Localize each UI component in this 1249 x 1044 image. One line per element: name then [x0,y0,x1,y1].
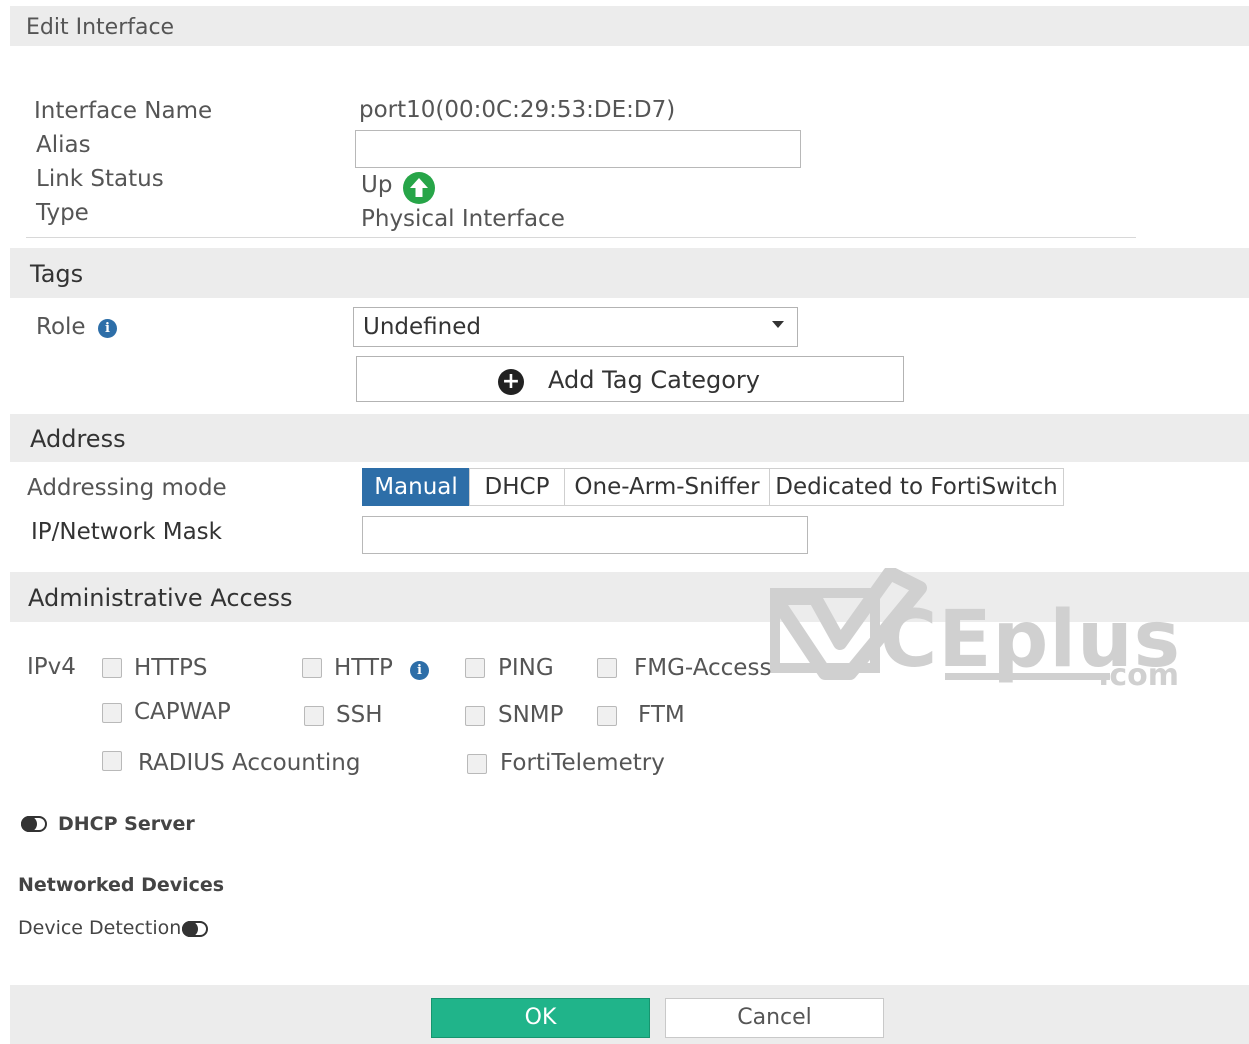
interface-name-label: Interface Name [34,98,213,124]
http-label: HTTP [334,655,393,681]
ftm-checkbox[interactable] [597,706,617,726]
capwap-label: CAPWAP [134,699,231,725]
fortitelemetry-checkbox[interactable] [467,754,487,774]
networked-devices-title: Networked Devices [18,874,225,896]
fortitelemetry-label: FortiTelemetry [500,750,665,776]
https-label: HTTPS [134,655,208,681]
type-label: Type [36,200,89,226]
ftm-label: FTM [638,702,685,728]
role-label: Role [36,314,86,340]
alias-input[interactable] [355,130,801,168]
role-select[interactable]: Undefined [353,307,798,347]
device-detection-label: Device Detection [18,917,182,939]
radius-accounting-checkbox[interactable] [102,751,122,771]
cancel-button[interactable]: Cancel [665,998,884,1038]
section-divider [26,237,1136,238]
ping-checkbox[interactable] [465,658,485,678]
snmp-label: SNMP [498,702,564,728]
snmp-checkbox[interactable] [465,706,485,726]
dialog-title: Edit Interface [26,15,175,40]
alias-label: Alias [36,132,91,158]
add-tag-category-label: Add Tag Category [548,366,760,394]
type-value: Physical Interface [361,206,565,232]
ip-network-mask-label: IP/Network Mask [31,519,222,545]
dhcp-server-label: DHCP Server [58,813,195,835]
mode-manual-button[interactable]: Manual [362,468,470,506]
radius-accounting-label: RADIUS Accounting [138,750,361,776]
mode-dhcp-button[interactable]: DHCP [469,468,565,506]
info-icon[interactable]: i [410,661,429,680]
interface-name-value: port10(00:0C:29:53:DE:D7) [359,97,676,123]
ipv4-label: IPv4 [27,654,76,680]
mode-dedicated-fortiswitch-button[interactable]: Dedicated to FortiSwitch [769,468,1064,506]
link-status-label: Link Status [36,166,164,192]
tags-section-title: Tags [30,260,84,288]
ssh-checkbox[interactable] [304,706,324,726]
plus-circle-icon: + [498,369,524,395]
https-checkbox[interactable] [102,658,122,678]
mode-one-arm-sniffer-button[interactable]: One-Arm-Sniffer [564,468,770,506]
watermark-suffix: .com [1098,658,1180,693]
info-icon[interactable]: i [98,319,117,338]
addressing-mode-label: Addressing mode [27,475,227,501]
link-status-value: Up [361,172,393,198]
ip-network-mask-input[interactable] [362,516,808,554]
fmg-access-checkbox[interactable] [597,658,617,678]
http-checkbox[interactable] [302,658,322,678]
fmg-access-label: FMG-Access [634,655,772,681]
device-detection-toggle[interactable] [182,921,208,937]
role-select-value: Undefined [363,314,481,340]
ssh-label: SSH [336,702,383,728]
dhcp-server-toggle[interactable] [21,816,47,832]
dialog-title-bar: Edit Interface [10,6,1249,46]
arrow-up-icon [403,172,435,204]
address-section-title: Address [30,425,126,453]
add-tag-category-button[interactable]: + Add Tag Category [356,356,904,402]
ok-button[interactable]: OK [431,998,650,1038]
caret-down-icon [772,321,784,328]
capwap-checkbox[interactable] [102,703,122,723]
address-section-header: Address [10,414,1249,462]
admin-access-section-title: Administrative Access [28,584,293,612]
ping-label: PING [498,655,554,681]
tags-section-header: Tags [10,248,1249,298]
